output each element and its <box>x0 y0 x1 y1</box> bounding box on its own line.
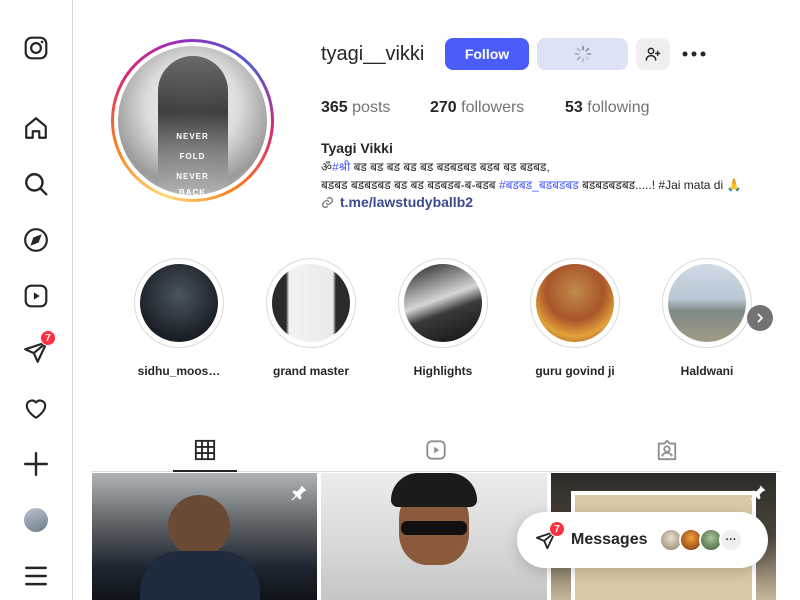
reels-tab[interactable] <box>422 437 450 463</box>
highlight-item[interactable]: sidhu_moos… <box>134 258 224 378</box>
tagged-tab[interactable] <box>653 437 681 463</box>
bio-link[interactable]: t.me/lawstudyballb2 <box>321 194 473 210</box>
reels-icon <box>426 440 446 460</box>
tagged-user-icon <box>657 439 677 461</box>
explore-icon[interactable] <box>22 226 50 254</box>
options-button[interactable] <box>680 41 708 67</box>
create-icon[interactable] <box>22 450 50 478</box>
bio-line-1: ॐ#श्री बड बड बड बड बड बडबडबड बडब बड बडबड… <box>321 160 550 174</box>
grid-icon <box>194 439 216 461</box>
following-count[interactable]: 53 following <box>565 99 650 117</box>
posts-tab[interactable] <box>191 437 219 463</box>
highlight-item[interactable]: Highlights <box>398 258 488 378</box>
notifications-icon[interactable] <box>22 394 50 422</box>
home-icon[interactable] <box>22 114 50 142</box>
profile-picture[interactable]: NEVER FOLD NEVER BACK <box>111 39 274 202</box>
messages-label: Messages <box>571 531 648 548</box>
post-thumbnail[interactable] <box>321 473 547 600</box>
more-icon <box>682 51 706 57</box>
loading-spinner-icon <box>574 45 591 63</box>
message-button-loading[interactable] <box>537 38 628 70</box>
messages-icon[interactable]: 7 <box>22 330 56 366</box>
bio-hashtag[interactable]: #श्री <box>332 160 350 174</box>
bio-hashtag[interactable]: #बडबड_बडबडबड <box>499 178 579 192</box>
add-user-icon <box>645 47 661 61</box>
sidebar: 7 <box>0 0 73 600</box>
highlight-item[interactable]: guru govind ji <box>530 258 620 378</box>
pin-icon <box>291 485 307 501</box>
pin-icon <box>750 485 766 501</box>
message-avatars: ··· <box>659 528 743 552</box>
profile-username: tyagi__vikki <box>321 43 425 65</box>
posts-count: 365 posts <box>321 99 391 116</box>
messages-badge: 7 <box>549 521 565 537</box>
active-tab-indicator <box>173 470 237 472</box>
followers-count[interactable]: 270 followers <box>430 99 524 117</box>
highlight-item[interactable]: Haldwani <box>662 258 752 378</box>
profile-avatar[interactable] <box>24 508 48 532</box>
highlight-item[interactable]: grand master <box>266 258 356 378</box>
suggested-accounts-button[interactable] <box>636 38 670 70</box>
menu-icon[interactable] <box>22 562 50 590</box>
reels-icon[interactable] <box>22 282 50 310</box>
link-icon <box>322 196 333 208</box>
search-icon[interactable] <box>22 170 50 198</box>
follow-button[interactable]: Follow <box>445 38 529 70</box>
chevron-right-icon <box>757 313 763 323</box>
profile-full-name: Tyagi Vikki <box>321 140 393 156</box>
messages-icon: 7 <box>535 521 565 551</box>
messages-bar[interactable]: 7 Messages ··· <box>517 512 768 568</box>
instagram-logo-icon[interactable] <box>22 34 50 62</box>
highlights-next-button[interactable] <box>747 305 773 331</box>
bio-line-2: बडबड बडबडबड बड बड बडबडब-ब-बडब #बडबड_बडबड… <box>321 178 742 192</box>
more-avatars-icon: ··· <box>719 528 743 552</box>
messages-badge: 7 <box>40 330 56 346</box>
post-thumbnail[interactable] <box>92 473 317 600</box>
